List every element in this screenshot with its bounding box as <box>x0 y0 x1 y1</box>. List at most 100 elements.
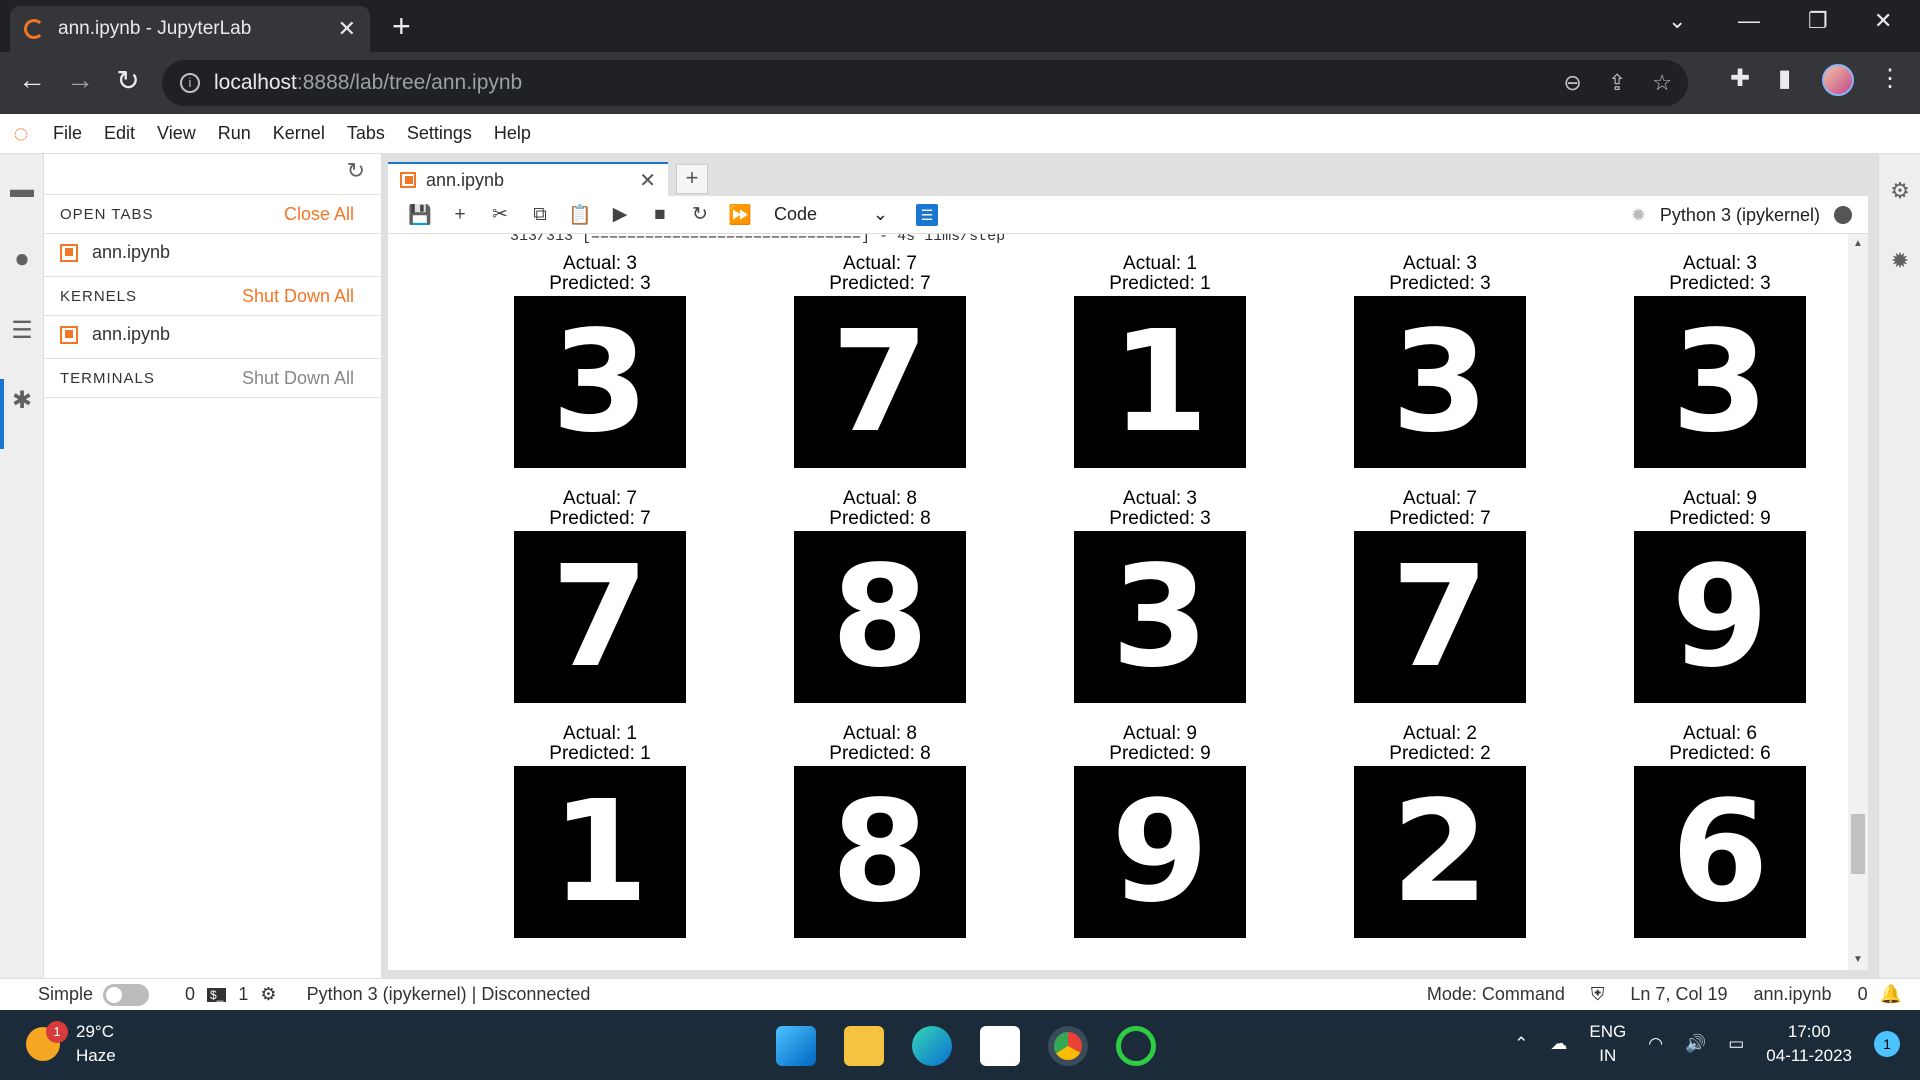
predicted-label: Predicted: 8 <box>829 743 931 764</box>
actual-label: Actual: 3 <box>563 253 637 274</box>
extension-manager-icon[interactable]: ✱ <box>0 386 44 415</box>
restart-icon[interactable]: ↻ <box>680 203 720 226</box>
edge-icon[interactable] <box>912 1026 952 1066</box>
clock-time: 17:00 <box>1787 1022 1831 1041</box>
actual-label: Actual: 3 <box>1683 253 1757 274</box>
notebook-tab[interactable]: ann.ipynb ✕ <box>388 162 668 196</box>
menu-kernel[interactable]: Kernel <box>262 123 336 144</box>
scrollbar-thumb[interactable] <box>1851 814 1865 874</box>
extensions-icon[interactable]: ✚ <box>1730 64 1750 93</box>
file-browser-icon[interactable]: ▬ <box>0 176 44 204</box>
menu-tabs[interactable]: Tabs <box>336 123 396 144</box>
clock[interactable]: 17:00 04-11-2023 <box>1766 1020 1852 1068</box>
menu-file[interactable]: File <box>42 123 93 144</box>
browser-tab[interactable]: ann.ipynb - JupyterLab ✕ <box>10 6 370 52</box>
open-tab-item[interactable]: ann.ipynb <box>60 242 170 263</box>
bell-icon[interactable]: 🔔 <box>1880 984 1902 1005</box>
forward-button[interactable]: → <box>62 64 98 96</box>
kernels-shutdown-all-button[interactable]: Shut Down All <box>242 286 354 307</box>
scroll-up-icon[interactable]: ▲ <box>1848 238 1868 249</box>
battery-icon[interactable]: ▭ <box>1728 1034 1744 1054</box>
zoom-icon[interactable]: ⊖ <box>1563 70 1581 96</box>
start-icon[interactable] <box>776 1026 816 1066</box>
jupyter-menubar: ◌ File Edit View Run Kernel Tabs Setting… <box>0 114 1920 154</box>
chrome-icon[interactable] <box>1048 1026 1088 1066</box>
share-icon[interactable]: ⇪ <box>1608 70 1626 96</box>
close-notebook-tab-icon[interactable]: ✕ <box>639 168 656 193</box>
menu-help[interactable]: Help <box>483 123 542 144</box>
tab-search-icon[interactable]: ⌄ <box>1668 8 1686 34</box>
property-inspector-gears-icon[interactable]: ⚙ <box>1879 178 1920 204</box>
run-icon[interactable]: ▶ <box>600 203 640 226</box>
close-window-button[interactable]: ✕ <box>1874 8 1892 34</box>
close-tab-icon[interactable]: ✕ <box>338 16 356 42</box>
save-icon[interactable]: 💾 <box>400 203 440 227</box>
notebook-area: ann.ipynb ✕ + 💾 + ✂ ⧉ 📋 ▶ ■ ↻ ⏩ Code ⌄ ☰… <box>382 154 1878 978</box>
weather-widget[interactable]: 1 29°C Haze <box>26 1020 116 1068</box>
language-indicator[interactable]: ENG IN <box>1589 1020 1626 1068</box>
cursor-position[interactable]: Ln 7, Col 19 <box>1630 984 1727 1005</box>
weather-badge: 1 <box>46 1021 68 1043</box>
actual-label: Actual: 8 <box>843 488 917 509</box>
notification-badge[interactable]: 1 <box>1874 1031 1900 1057</box>
prediction-cell: Actual: 1 Predicted: 11 <box>514 724 686 938</box>
back-button[interactable]: ← <box>14 64 50 96</box>
minimize-button[interactable]: — <box>1738 8 1760 34</box>
file-explorer-icon[interactable] <box>844 1026 884 1066</box>
actual-label: Actual: 6 <box>1683 723 1757 744</box>
prediction-cell: Actual: 1 Predicted: 11 <box>1074 254 1246 468</box>
running-sessions-icon[interactable]: ⏺ <box>0 246 44 274</box>
interrupt-icon[interactable]: ■ <box>640 204 680 226</box>
wifi-icon[interactable]: ◠ <box>1648 1034 1663 1054</box>
system-tray: ⌃ ☁ ENG IN ◠ 🔊 ▭ 17:00 04-11-2023 1 <box>1514 1020 1900 1068</box>
refresh-icon[interactable]: ↻ <box>347 158 365 184</box>
bookmark-star-icon[interactable]: ☆ <box>1652 70 1672 96</box>
profile-avatar[interactable] <box>1822 64 1854 96</box>
prediction-cell: Actual: 3 Predicted: 33 <box>1074 489 1246 703</box>
site-info-icon[interactable]: i <box>180 73 200 93</box>
paste-icon[interactable]: 📋 <box>560 203 600 227</box>
insert-cell-icon[interactable]: + <box>440 204 480 226</box>
restore-button[interactable]: ❐ <box>1808 8 1828 34</box>
predicted-label: Predicted: 6 <box>1669 743 1771 764</box>
menu-view[interactable]: View <box>146 123 207 144</box>
actual-label: Actual: 7 <box>563 488 637 509</box>
trust-shield-icon[interactable]: ⛨ <box>1591 984 1605 1005</box>
property-inspector-icon[interactable]: ☰ <box>916 203 938 226</box>
new-launcher-button[interactable]: + <box>676 164 708 194</box>
onedrive-icon[interactable]: ☁ <box>1550 1034 1567 1054</box>
kernel-status[interactable]: Python 3 (ipykernel) | Disconnected <box>307 984 591 1005</box>
chrome-menu-icon[interactable]: ⋮ <box>1878 64 1902 93</box>
debugger-icon[interactable]: ✹ <box>1879 248 1920 274</box>
menu-run[interactable]: Run <box>207 123 262 144</box>
prediction-cell: Actual: 3 Predicted: 33 <box>1634 254 1806 468</box>
notification-count: 0 <box>1857 984 1868 1004</box>
volume-icon[interactable]: 🔊 <box>1685 1034 1706 1054</box>
cut-icon[interactable]: ✂ <box>480 203 520 226</box>
address-bar[interactable]: i localhost:8888/lab/tree/ann.ipynb ⊖ ⇪ … <box>162 60 1688 106</box>
table-of-contents-icon[interactable]: ☰ <box>0 316 44 345</box>
menu-edit[interactable]: Edit <box>93 123 146 144</box>
copy-icon[interactable]: ⧉ <box>520 204 560 226</box>
jupyter-app-icon[interactable] <box>1116 1026 1156 1066</box>
prediction-cell: Actual: 9 Predicted: 99 <box>1074 724 1246 938</box>
kernel-indicator[interactable]: ✹ Python 3 (ipykernel) <box>1631 196 1852 234</box>
store-icon[interactable] <box>980 1026 1020 1066</box>
browser-toolbar: ← → ↻ i localhost:8888/lab/tree/ann.ipyn… <box>0 52 1920 114</box>
menu-settings[interactable]: Settings <box>396 123 483 144</box>
terminal-icon: $_ <box>207 987 227 1002</box>
cell-type-select[interactable]: Code ⌄ <box>774 204 894 225</box>
scroll-down-icon[interactable]: ▼ <box>1848 954 1868 965</box>
show-hidden-icons-icon[interactable]: ⌃ <box>1514 1034 1528 1054</box>
close-all-button[interactable]: Close All <box>284 204 354 225</box>
side-panel-icon[interactable]: ▮ <box>1778 64 1791 93</box>
predicted-label: Predicted: 8 <box>829 508 931 529</box>
run-all-icon[interactable]: ⏩ <box>720 203 760 227</box>
simple-mode-toggle[interactable] <box>103 983 150 1006</box>
terminals-shutdown-all-button[interactable]: Shut Down All <box>242 368 354 389</box>
kernel-item[interactable]: ann.ipynb <box>60 324 170 345</box>
new-tab-button[interactable]: + <box>392 8 411 45</box>
reload-button[interactable]: ↻ <box>110 64 146 97</box>
output-scrollbar[interactable]: ▲ ▼ <box>1848 234 1868 970</box>
predicted-label: Predicted: 3 <box>1669 273 1771 294</box>
